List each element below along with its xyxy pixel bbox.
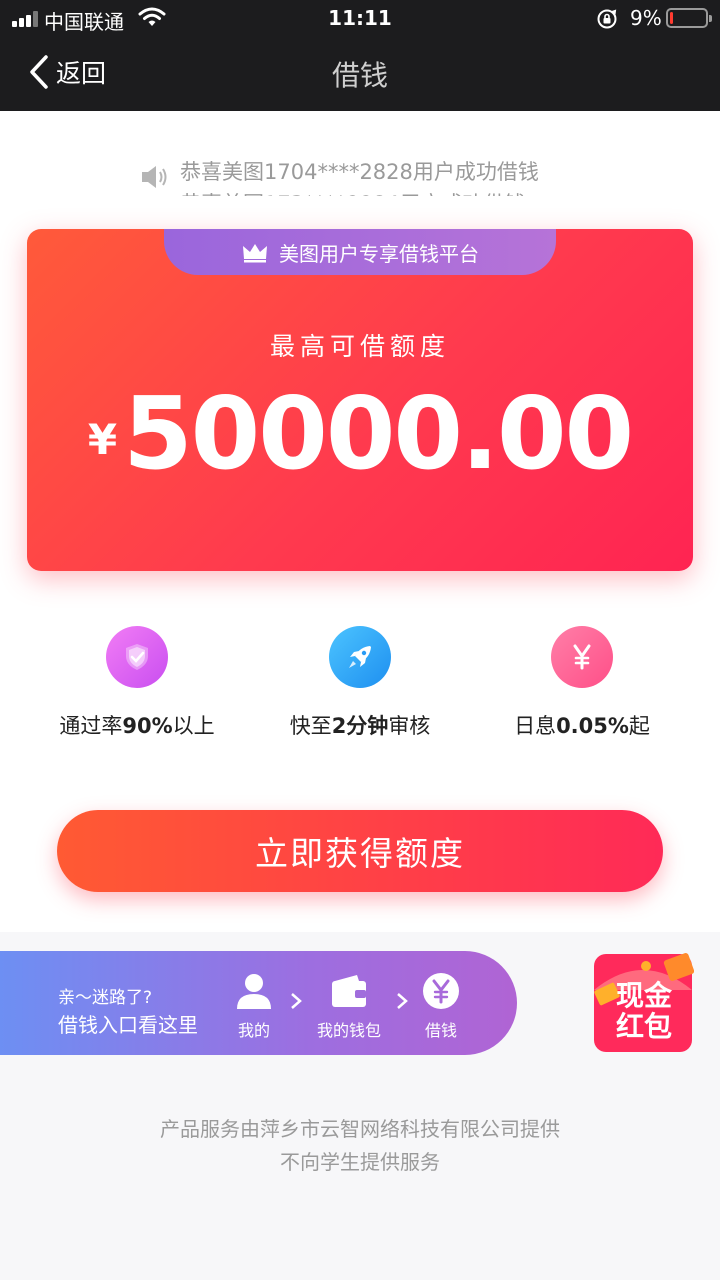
page-title: 借钱: [331, 59, 388, 92]
guide-line-1: 亲～迷路了?: [58, 988, 153, 1008]
speaker-icon: [142, 166, 167, 188]
step-mine[interactable]: 我的: [214, 971, 294, 1041]
credit-limit-label: 最高可借额度: [269, 332, 450, 361]
card-banner: 美图用户专享借钱平台: [164, 229, 556, 275]
step-label: 我的: [237, 1021, 270, 1040]
ticker-line: 恭喜美图1704****2828用户成功借钱: [180, 160, 539, 184]
credit-limit-card: 美图用户专享借钱平台 最高可借额度 ¥50000.00: [27, 229, 693, 571]
company-notice: 产品服务由萍乡市云智网络科技有限公司提供: [160, 1117, 560, 1141]
user-icon: [237, 974, 271, 1009]
cash-red-packet[interactable]: 现金 红包: [594, 950, 694, 1054]
crown-icon: [243, 244, 267, 263]
entry-guide-banner: 亲～迷路了? 借钱入口看这里 我的 我的钱包 借钱: [0, 951, 517, 1055]
wallet-icon: [332, 975, 366, 1007]
chevron-right-icon: [291, 993, 302, 1009]
lower-section: 亲～迷路了? 借钱入口看这里 我的 我的钱包 借钱 现金 红包 产品服务由萍乡市…: [0, 932, 720, 1280]
battery-icon: [666, 8, 712, 28]
credit-limit-amount: ¥50000.00: [27, 375, 693, 492]
get-credit-button[interactable]: 立即获得额度: [57, 810, 663, 892]
amount-value: 50000.00: [123, 375, 634, 492]
top-bar: 中国联通 11:11 9% 返回 借钱: [0, 0, 720, 111]
svg-text:现金: 现金: [616, 979, 673, 1012]
yen-icon: [551, 626, 613, 688]
step-borrow[interactable]: 借钱: [401, 971, 481, 1041]
feature-text: 快至2分钟审核: [289, 714, 431, 738]
svg-text:红包: 红包: [616, 1010, 672, 1043]
ticker-line: 恭喜美图173****9984用户成功借钱: [180, 188, 526, 196]
feature-daily-rate: 日息0.05%起: [472, 626, 692, 740]
rotation-lock-icon: [597, 9, 617, 29]
yen-coin-icon: [423, 973, 459, 1009]
status-bar: 中国联通 11:11 9%: [0, 0, 720, 38]
battery-percent: 9%: [630, 6, 662, 30]
feature-review-speed: 快至2分钟审核: [250, 626, 470, 740]
shield-check-icon: [106, 626, 168, 688]
currency-symbol: ¥: [87, 415, 118, 464]
step-my-wallet[interactable]: 我的钱包: [309, 971, 389, 1041]
feature-pass-rate: 通过率90%以上: [27, 626, 247, 740]
guide-line-2: 借钱入口看这里: [58, 1013, 198, 1037]
student-notice: 不向学生提供服务: [280, 1150, 440, 1174]
step-label: 借钱: [424, 1021, 457, 1040]
step-label: 我的钱包: [316, 1021, 381, 1040]
feature-text: 日息0.05%起: [514, 714, 650, 738]
success-ticker: 恭喜美图1704****2828用户成功借钱 恭喜美图173****9984用户…: [140, 150, 600, 196]
feature-text: 通过率90%以上: [59, 714, 215, 738]
card-banner-text: 美图用户专享借钱平台: [279, 241, 479, 266]
rocket-icon: [329, 626, 391, 688]
